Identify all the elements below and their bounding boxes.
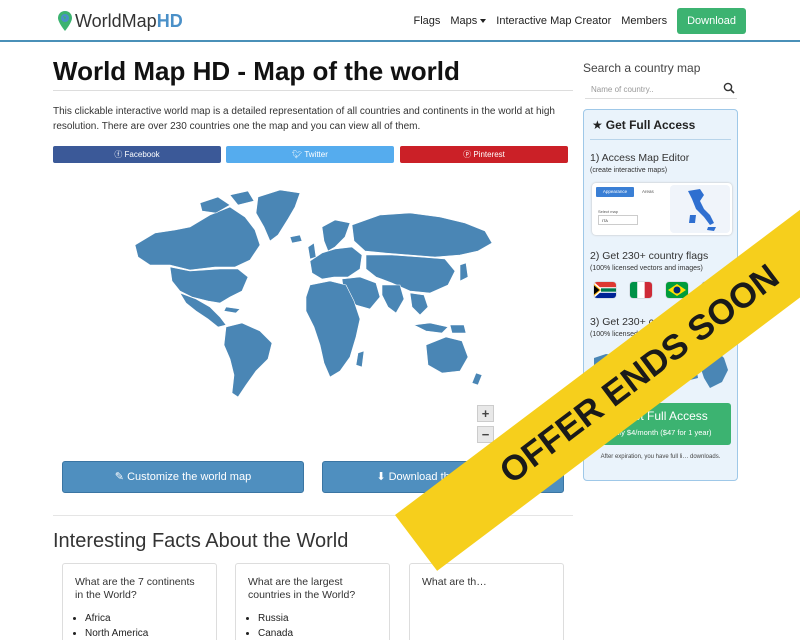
divider <box>53 90 573 91</box>
search-heading: Search a country map <box>583 61 701 75</box>
step2-subtitle: (100% licensed vectors and images) <box>590 265 703 272</box>
nav-links: Flags Maps Interactive Map Creator Membe… <box>403 8 746 34</box>
map-cuba <box>223 306 241 314</box>
promo-title: ★ Get Full Access <box>592 118 696 132</box>
search-input[interactable] <box>585 81 715 97</box>
nav-members[interactable]: Members <box>621 15 667 27</box>
map-new-guinea <box>449 324 467 334</box>
nav-download-button[interactable]: Download <box>677 8 746 34</box>
facebook-icon: ⓕ <box>114 150 125 159</box>
facts-heading: Interesting Facts About the World <box>53 530 349 552</box>
share-twitter-button[interactable]: 🐦︎ Twitter <box>226 146 394 163</box>
pinterest-icon: ⓟ <box>463 150 474 159</box>
map-new-zealand <box>471 372 483 386</box>
map-arctic-island-2 <box>229 190 255 206</box>
editor-select-label: Select map <box>598 209 619 214</box>
map-usa <box>169 266 249 304</box>
zoom-out-button[interactable]: − <box>477 426 494 443</box>
list-item: North America <box>85 626 204 640</box>
fact-card[interactable]: What are the 7 continents in the World? … <box>62 563 217 640</box>
fact-list: Africa North America <box>75 611 204 640</box>
fact-card[interactable]: What are th… <box>409 563 564 640</box>
page-title: World Map HD - Map of the world <box>53 56 460 86</box>
editor-select: ITA <box>598 215 638 225</box>
italy-map-preview <box>670 185 730 233</box>
divider <box>590 139 731 140</box>
map-china <box>365 254 456 294</box>
list-item: Africa <box>85 611 204 626</box>
navbar: WorldMapHD Flags Maps Interactive Map Cr… <box>0 0 800 42</box>
map-south-america <box>223 322 273 398</box>
expiration-note: After expiration, you have full li… down… <box>600 454 721 460</box>
south-africa-flag-icon <box>594 282 616 298</box>
search-box <box>585 79 737 99</box>
zoom-in-button[interactable]: + <box>477 405 494 422</box>
logo[interactable]: WorldMapHD <box>57 10 183 32</box>
map-japan <box>459 262 469 282</box>
map-pin-icon <box>58 11 72 31</box>
download-icon: ⬇ <box>376 471 389 483</box>
star-icon: ★ <box>592 118 603 132</box>
customize-map-button[interactable]: ✎ Customize the world map <box>62 461 304 493</box>
nav-maps[interactable]: Maps <box>450 15 487 27</box>
intro-text: This clickable interactive world map is … <box>53 106 555 132</box>
world-map[interactable] <box>130 185 495 400</box>
twitter-icon: 🐦︎ <box>292 150 305 159</box>
share-pinterest-button[interactable]: ⓟ Pinterest <box>400 146 568 163</box>
map-russia <box>351 212 493 258</box>
italy-flag-icon <box>630 282 652 298</box>
map-greenland <box>255 189 301 242</box>
nav-interactive-map-creator[interactable]: Interactive Map Creator <box>496 15 611 27</box>
fact-question: What are the largest countries in the Wo… <box>248 576 356 601</box>
map-se-asia <box>409 292 429 316</box>
share-facebook-button[interactable]: ⓕ Facebook <box>53 146 221 163</box>
nav-flags[interactable]: Flags <box>413 15 440 27</box>
list-item: Russia <box>258 611 377 626</box>
caret-down-icon <box>480 19 487 24</box>
map-india <box>381 284 405 314</box>
map-north-america-north <box>134 206 261 271</box>
list-item: Canada <box>258 626 377 640</box>
map-scandinavia <box>321 219 351 252</box>
editor-tab-appearance: Appearance <box>596 187 634 197</box>
editor-tab-areas: Areas <box>642 189 654 194</box>
logo-text: WorldMapHD <box>75 10 183 31</box>
step2-title: 2) Get 230+ country flags <box>590 250 709 262</box>
fact-list: Russia Canada <box>248 611 377 640</box>
search-icon[interactable] <box>723 82 735 94</box>
editor-preview-image: Appearance Areas Select map ITA <box>592 183 732 235</box>
map-iceland <box>289 234 303 244</box>
map-indonesia <box>412 322 449 334</box>
fact-card[interactable]: What are the largest countries in the Wo… <box>235 563 390 640</box>
map-australia <box>425 336 469 374</box>
italy-map-icon <box>688 189 716 231</box>
fact-question: What are the 7 continents in the World? <box>75 576 195 601</box>
map-europe <box>309 246 363 280</box>
map-uk <box>307 242 317 260</box>
fact-question: What are th… <box>422 576 487 588</box>
edit-icon: ✎ <box>114 471 128 483</box>
step1-title: 1) Access Map Editor <box>590 152 690 164</box>
step1-subtitle: (create interactive maps) <box>590 167 668 174</box>
map-madagascar <box>355 350 365 368</box>
